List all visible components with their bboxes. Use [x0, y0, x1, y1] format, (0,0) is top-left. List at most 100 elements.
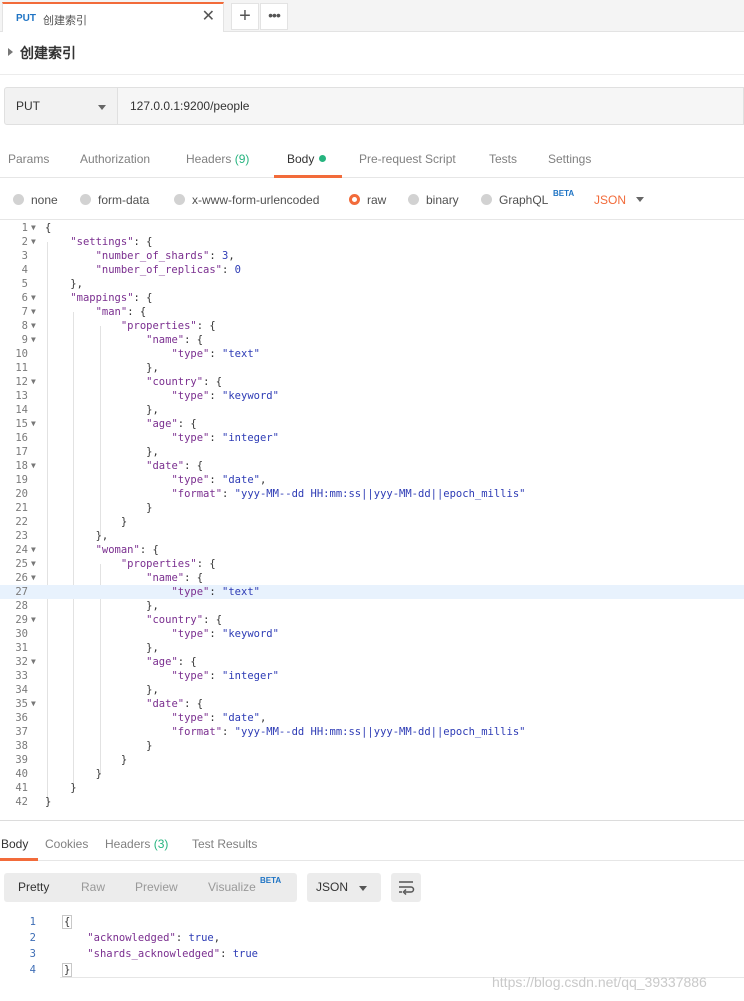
code-line[interactable]: 1 ▼ { [0, 221, 744, 235]
code-line[interactable]: 32 ▼ "age": { [0, 655, 744, 669]
code-line[interactable]: 3 "number_of_shards": 3, [0, 249, 744, 263]
body-code-editor[interactable]: 1 ▼{2 ▼ "settings": {3 "number_of_shards":… [0, 221, 744, 821]
wrap-lines-button[interactable] [391, 873, 421, 902]
code-line[interactable]: 34 }, [0, 683, 744, 697]
fold-toggle-icon[interactable]: ▼ [31, 417, 36, 431]
code-line[interactable]: 20 "format": "yyy-MM--dd HH:mm:ss||yyy-M… [0, 487, 744, 501]
code-line[interactable]: 24 ▼ "woman": { [0, 543, 744, 557]
fold-toggle-icon[interactable]: ▼ [31, 571, 36, 585]
code-line[interactable]: 29 ▼ "country": { [0, 613, 744, 627]
view-visualize-button[interactable]: Visualize [208, 880, 256, 894]
radio-none[interactable] [13, 194, 24, 205]
code-line[interactable]: 26 ▼ "name": { [0, 571, 744, 585]
radio-graphql[interactable] [481, 194, 492, 205]
response-tab-body[interactable]: Body [1, 837, 28, 851]
response-tab-test-results[interactable]: Test Results [192, 837, 257, 851]
code-line[interactable]: 36 "type": "date", [0, 711, 744, 725]
fold-toggle-icon[interactable]: ▼ [31, 697, 36, 711]
body-active-dot [319, 155, 327, 162]
fold-toggle-icon[interactable]: ▼ [31, 333, 36, 347]
code-line[interactable]: 17 }, [0, 445, 744, 459]
code-line[interactable]: 28 }, [0, 599, 744, 613]
option-form-data-label[interactable]: form-data [98, 193, 149, 207]
code-line[interactable]: 21 } [0, 501, 744, 515]
code-text: "properties": { [120, 320, 216, 332]
radio-raw[interactable] [349, 194, 360, 205]
view-preview-button[interactable]: Preview [135, 880, 178, 894]
add-tab-icon[interactable]: + [231, 3, 259, 30]
code-line[interactable]: 10 "type": "text" [0, 347, 744, 361]
option-graphql-label[interactable]: GraphQL [499, 193, 548, 207]
view-raw-button[interactable]: Raw [81, 880, 105, 894]
radio-urlencoded[interactable] [174, 194, 185, 205]
code-line[interactable]: 15 ▼ "age": { [0, 417, 744, 431]
fold-toggle-icon[interactable]: ▼ [31, 613, 36, 627]
tab-pre-request-script[interactable]: Pre-request Script [359, 152, 456, 166]
fold-toggle-icon[interactable]: ▼ [31, 221, 36, 235]
fold-toggle-icon[interactable]: ▼ [31, 235, 36, 249]
code-line[interactable]: 19 "type": "date", [0, 473, 744, 487]
tab-settings[interactable]: Settings [548, 152, 591, 166]
code-line[interactable]: 40 } [0, 767, 744, 781]
code-line[interactable]: 38 } [0, 739, 744, 753]
code-line[interactable]: 35 ▼ "date": { [0, 697, 744, 711]
option-binary-label[interactable]: binary [426, 193, 459, 207]
code-line[interactable]: 4 "number_of_replicas": 0 [0, 263, 744, 277]
code-line[interactable]: 22 } [0, 515, 744, 529]
tab-tests[interactable]: Tests [489, 152, 517, 166]
response-tab-cookies[interactable]: Cookies [45, 837, 88, 851]
code-line[interactable]: 39 } [0, 753, 744, 767]
fold-toggle-icon[interactable]: ▼ [31, 305, 36, 319]
tab-authorization[interactable]: Authorization [80, 152, 150, 166]
code-line[interactable]: 31 }, [0, 641, 744, 655]
code-line[interactable]: 13 "type": "keyword" [0, 389, 744, 403]
response-tab-headers[interactable]: Headers (3) [105, 837, 168, 851]
code-line[interactable]: 12 ▼ "country": { [0, 375, 744, 389]
code-line[interactable]: 11 }, [0, 361, 744, 375]
code-line[interactable]: 2 ▼ "settings": { [0, 235, 744, 249]
radio-form-data[interactable] [80, 194, 91, 205]
code-line[interactable]: 37 "format": "yyy-MM--dd HH:mm:ss||yyy-M… [0, 725, 744, 739]
fold-toggle-icon[interactable]: ▼ [31, 557, 36, 571]
option-urlencoded-label[interactable]: x-www-form-urlencoded [192, 193, 319, 207]
option-none-label[interactable]: none [31, 193, 58, 207]
code-line[interactable]: 5 }, [0, 277, 744, 291]
fold-toggle-icon[interactable]: ▼ [31, 319, 36, 333]
fold-toggle-icon[interactable]: ▼ [31, 655, 36, 669]
expand-caret-icon[interactable] [8, 48, 13, 56]
fold-toggle-icon[interactable]: ▼ [31, 291, 36, 305]
code-text: }, [45, 530, 109, 542]
chevron-down-icon[interactable] [636, 197, 644, 202]
code-line[interactable]: 16 "type": "integer" [0, 431, 744, 445]
fold-toggle-icon[interactable]: ▼ [31, 543, 36, 557]
code-line[interactable]: 33 "type": "integer" [0, 669, 744, 683]
view-pretty-button[interactable]: Pretty [18, 880, 49, 894]
response-format-select[interactable]: JSON [307, 873, 381, 902]
code-line[interactable]: 6 ▼ "mappings": { [0, 291, 744, 305]
code-line[interactable]: 14 }, [0, 403, 744, 417]
tab-params[interactable]: Params [8, 152, 49, 166]
code-line[interactable]: 30 "type": "keyword" [0, 627, 744, 641]
request-tab[interactable]: PUT 创建索引 ✕ [2, 2, 224, 32]
code-line[interactable]: 7 ▼ "man": { [0, 305, 744, 319]
code-line[interactable]: 18 ▼ "date": { [0, 459, 744, 473]
code-line[interactable]: 42} [0, 795, 744, 809]
radio-binary[interactable] [408, 194, 419, 205]
request-title[interactable]: 创建索引 [20, 43, 76, 63]
code-line[interactable]: 27 "type": "text" [0, 585, 744, 599]
tab-headers[interactable]: Headers (9) [186, 152, 249, 166]
code-line[interactable]: 41 } [0, 781, 744, 795]
method-select[interactable]: PUT [4, 87, 118, 125]
tab-body[interactable]: Body [287, 152, 327, 166]
fold-toggle-icon[interactable]: ▼ [31, 459, 36, 473]
fold-toggle-icon[interactable]: ▼ [31, 375, 36, 389]
code-line[interactable]: 9 ▼ "name": { [0, 333, 744, 347]
body-format-select[interactable]: JSON [594, 193, 626, 207]
code-line[interactable]: 8 ▼ "properties": { [0, 319, 744, 333]
code-line[interactable]: 23 }, [0, 529, 744, 543]
close-icon[interactable]: ✕ [202, 8, 215, 26]
more-tabs-icon[interactable]: ••• [260, 3, 288, 30]
option-raw-label[interactable]: raw [367, 193, 386, 207]
code-line[interactable]: 25 ▼ "properties": { [0, 557, 744, 571]
url-input[interactable] [118, 87, 744, 125]
